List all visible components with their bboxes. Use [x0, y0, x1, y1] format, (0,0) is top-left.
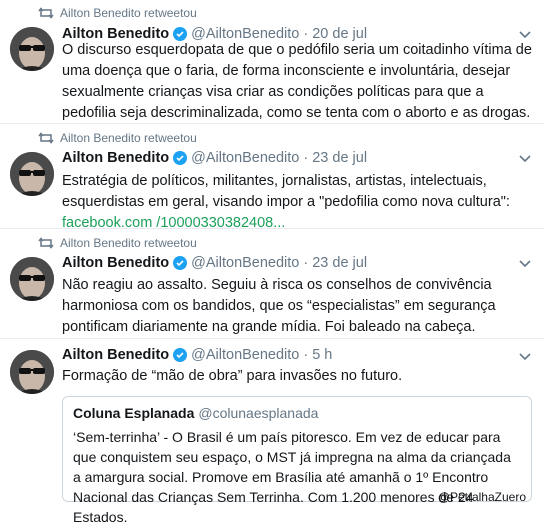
quoted-tweet-text: ‘Sem-terrinha’ - O Brasil é um país pito…: [73, 429, 511, 525]
avatar[interactable]: [10, 27, 54, 71]
tweet-date[interactable]: 23 de jul: [312, 150, 367, 166]
author-handle[interactable]: @AiltonBenedito: [191, 347, 299, 363]
author-handle[interactable]: @AiltonBenedito: [191, 150, 299, 166]
watermark: @PetralhaZuero: [437, 490, 526, 504]
verified-icon: [173, 348, 188, 362]
tweet-text: Não reagiu ao assalto. Seguiu à risca os…: [62, 277, 496, 335]
verified-icon: [173, 256, 188, 270]
chevron-down-icon[interactable]: [518, 259, 532, 269]
author-handle[interactable]: @AiltonBenedito: [191, 255, 299, 271]
retweet-context: Ailton Benedito retweetou: [38, 131, 197, 145]
tweet[interactable]: Ailton Benedito retweetou Ailton Benedit…: [0, 0, 544, 124]
verified-icon: [173, 151, 188, 165]
quoted-tweet-header: Coluna Esplanada @colunaesplanada: [73, 403, 521, 423]
avatar[interactable]: [10, 152, 54, 196]
tweet[interactable]: Ailton Benedito retweetou Ailton Benedit…: [0, 124, 544, 231]
author-name[interactable]: Ailton Benedito: [62, 255, 169, 271]
quoted-author-name[interactable]: Coluna Esplanada: [73, 403, 194, 423]
chevron-down-icon[interactable]: [518, 30, 532, 40]
tweet-text: O discurso esquerdopata de que o pedófil…: [62, 42, 532, 121]
author-name[interactable]: Ailton Benedito: [62, 150, 169, 166]
separator: ·: [303, 255, 309, 271]
retweet-context: Ailton Benedito retweetou: [38, 236, 197, 250]
verified-icon: [173, 27, 188, 41]
retweet-icon: [38, 132, 54, 144]
quoted-author-handle[interactable]: @colunaesplanada: [198, 403, 318, 423]
quoted-tweet[interactable]: Coluna Esplanada @colunaesplanada ‘Sem-t…: [62, 396, 532, 525]
chevron-down-icon[interactable]: [518, 352, 532, 362]
tweet-date[interactable]: 5 h: [312, 347, 332, 363]
retweet-context: Ailton Benedito retweetou: [38, 6, 197, 20]
chevron-down-icon[interactable]: [518, 154, 532, 164]
tweet-date[interactable]: 23 de jul: [312, 255, 367, 271]
retweet-icon: [38, 7, 54, 19]
separator: ·: [303, 150, 309, 166]
author-name[interactable]: Ailton Benedito: [62, 347, 169, 363]
tweet-text: Estratégia de políticos, militantes, jor…: [62, 173, 510, 231]
tweet[interactable]: Ailton Benedito retweetou Ailton Benedit…: [0, 229, 544, 339]
tweet-text: Formação de “mão de obra” para invasões …: [62, 368, 403, 384]
separator: ·: [303, 347, 309, 363]
retweet-icon: [38, 237, 54, 249]
avatar[interactable]: [10, 257, 54, 301]
avatar[interactable]: [10, 350, 54, 394]
